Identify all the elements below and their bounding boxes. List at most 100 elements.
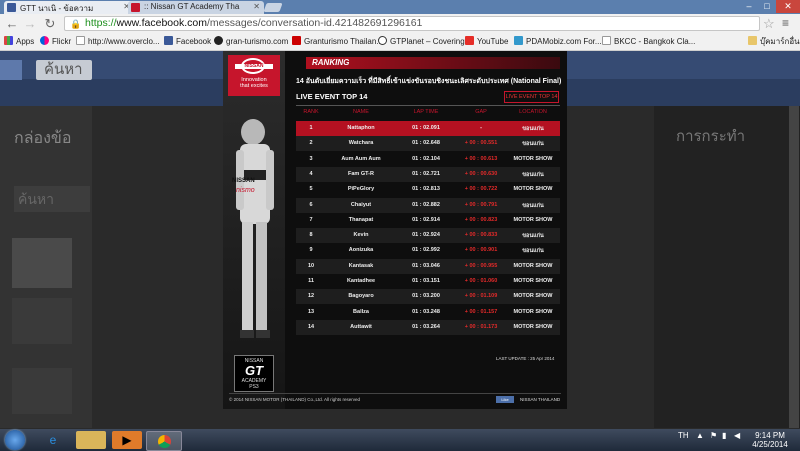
column-location: LOCATION <box>519 109 547 115</box>
minimize-button[interactable]: – <box>740 0 758 13</box>
facebook-icon <box>164 36 173 45</box>
gap-cell: + 00 : 00.901 <box>464 247 498 254</box>
system-clock[interactable]: 9:14 PM 4/25/2014 <box>746 431 794 449</box>
name-cell: Nattaphon <box>347 125 375 131</box>
bookmark-facebook[interactable]: Facebook <box>164 36 211 48</box>
like-button[interactable]: Like <box>496 396 514 403</box>
divider <box>229 393 561 394</box>
racing-driver-image: NISSAN nismo <box>232 119 274 338</box>
close-icon[interactable]: ✕ <box>253 2 260 11</box>
location-cell: MOTOR SHOW <box>513 293 553 300</box>
bookmark-label: http://www.overclo... <box>88 37 160 46</box>
nissan-logo: NISSAN Innovation that excites <box>228 55 280 96</box>
ranking-header-text: RANKING <box>312 58 350 67</box>
rank-cell: 14 <box>307 323 315 330</box>
folder-icon <box>748 36 757 45</box>
tray-arrow-icon[interactable]: ▲ <box>696 431 704 440</box>
bookmark-youtube[interactable]: YouTube <box>465 36 508 48</box>
rank-cell: 1 <box>309 125 313 131</box>
bookmark-label: Flickr <box>52 37 72 46</box>
column-gap: GAP <box>475 109 487 115</box>
facebook-message-search[interactable]: ค้นหา <box>14 186 90 212</box>
bookmark-gran-turismo[interactable]: gran-turismo.com <box>214 36 288 48</box>
page-icon <box>76 36 85 45</box>
forward-icon[interactable]: → <box>22 16 38 32</box>
name-cell: Aonizuka <box>348 247 374 254</box>
address-bar[interactable]: 🔒 https://www.facebook.com/messages/conve… <box>64 16 760 31</box>
gt-logo-icon: GT <box>244 363 264 378</box>
file-explorer-icon[interactable] <box>76 431 106 449</box>
back-icon[interactable]: ← <box>4 16 20 32</box>
ranking-row: 14 Auttawit 01 : 03.264 + 00 : 01.173 MOTOR … <box>296 319 560 335</box>
facebook-logo-icon[interactable] <box>0 60 22 80</box>
clock-date: 4/25/2014 <box>752 440 788 449</box>
maximize-button[interactable]: □ <box>758 0 776 13</box>
live-event-button[interactable]: LIVE EVENT TOP 14 <box>504 91 559 103</box>
rank-cell: 7 <box>309 216 313 223</box>
bookmark-granturismo-thailand[interactable]: Granturismo Thailan... <box>292 36 383 48</box>
network-icon[interactable]: ▮ <box>722 431 726 440</box>
location-cell: MOTOR SHOW <box>513 278 553 284</box>
flickr-icon <box>40 36 49 45</box>
volume-icon[interactable]: ◀ <box>734 431 740 440</box>
location-cell: MOTOR SHOW <box>513 323 553 330</box>
apps-grid-icon <box>4 36 13 45</box>
flag-icon[interactable]: ⚑ <box>710 431 717 440</box>
rank-cell: 10 <box>307 262 315 269</box>
location-cell: ขอนแก่น <box>522 233 544 240</box>
lap-time-cell: 01 : 02.882 <box>412 201 440 208</box>
conversation-thumbnail[interactable] <box>12 238 72 288</box>
bookmark-label: Apps <box>16 37 35 46</box>
menu-icon[interactable]: ≡ <box>782 16 789 30</box>
ranking-row: 10 Kantasak 01 : 03.046 + 00 : 00.955 MOTOR … <box>296 258 560 274</box>
conversation-thumbnail[interactable] <box>12 298 72 344</box>
youtube-icon <box>465 36 474 45</box>
facebook-actions-title[interactable]: การกระทำ <box>676 124 745 148</box>
start-button[interactable] <box>5 430 25 450</box>
internet-explorer-icon[interactable]: e <box>38 431 68 449</box>
ranking-row: 7 Thanapat 01 : 02.914 + 00 : 00.823 MOTOR S… <box>296 213 560 228</box>
browser-toolbar: ← → ↻ 🔒 https://www.facebook.com/messages… <box>0 14 800 35</box>
bookmark-star-icon[interactable]: ☆ <box>763 16 775 32</box>
tab-facebook[interactable]: GTT นาเนิ - ข้อความ ✕ <box>4 1 134 14</box>
bookmark-apps[interactable]: Apps <box>4 36 34 48</box>
lock-icon: 🔒 <box>70 19 82 29</box>
gap-cell: + 00 : 01.173 <box>464 323 498 330</box>
event-title: LIVE EVENT TOP 14 <box>296 92 368 101</box>
name-cell: Auttawit <box>350 323 372 330</box>
page-icon <box>602 36 611 45</box>
bookmark-label: YouTube <box>477 37 509 46</box>
bookmark-gtplanet[interactable]: GTPlanet – Covering... <box>378 36 471 48</box>
conversation-thumbnail[interactable] <box>12 368 72 414</box>
media-player-icon[interactable]: ▶ <box>112 431 142 449</box>
location-cell: MOTOR SHOW <box>513 216 553 223</box>
reload-icon[interactable]: ↻ <box>42 16 58 32</box>
ranking-row: 4 Fam GT-R 01 : 02.721 + 00 : 00.630 ขอนแก่น <box>296 166 560 182</box>
lap-time-cell: 01 : 02.914 <box>412 216 440 223</box>
language-indicator[interactable]: TH <box>678 431 689 440</box>
chrome-icon[interactable] <box>146 431 182 451</box>
new-tab-button[interactable] <box>263 3 283 12</box>
close-button[interactable]: ✕ <box>776 0 800 13</box>
rank-cell: 11 <box>308 278 314 284</box>
lap-time-cell: 01 : 02.648 <box>412 140 440 147</box>
lap-time-cell: 01 : 03.046 <box>412 262 440 269</box>
bookmark-pdamobiz[interactable]: PDAMobiz.com For... <box>514 36 602 48</box>
bookmark-overclock[interactable]: http://www.overclo... <box>76 36 160 48</box>
ranking-row: 13 Ballza 01 : 03.248 + 00 : 01.157 MOTOR SH… <box>296 305 560 320</box>
name-cell: Kantadhee <box>346 278 376 284</box>
scrollbar[interactable] <box>789 106 799 428</box>
facebook-search-input[interactable]: ค้นหา <box>36 60 92 80</box>
gt-academy-logo: NISSAN GT ACADEMY PS3 <box>234 355 274 392</box>
bookmark-label: บุ๊คมาร์กอื่นๆ <box>760 37 800 46</box>
ranking-row: 9 Aonizuka 01 : 02.992 + 00 : 00.901 ขอนแก่น <box>296 243 560 258</box>
tab-nissan[interactable]: :: Nissan GT Academy Tha ✕ <box>128 1 264 14</box>
rank-cell: 4 <box>309 170 313 177</box>
bookmark-flickr[interactable]: Flickr <box>40 36 71 48</box>
nissan-thailand-link[interactable]: NISSAN THAILAND <box>520 397 560 402</box>
name-cell: Aum Aum Aum <box>341 155 381 162</box>
bookmark-bkcc[interactable]: BKCC - Bangkok Cla... <box>602 36 695 48</box>
bookmark-other[interactable]: บุ๊คมาร์กอื่นๆ <box>748 36 800 48</box>
lap-time-cell: 01 : 02.924 <box>412 232 440 239</box>
gap-cell: + 00 : 00.791 <box>464 201 498 208</box>
